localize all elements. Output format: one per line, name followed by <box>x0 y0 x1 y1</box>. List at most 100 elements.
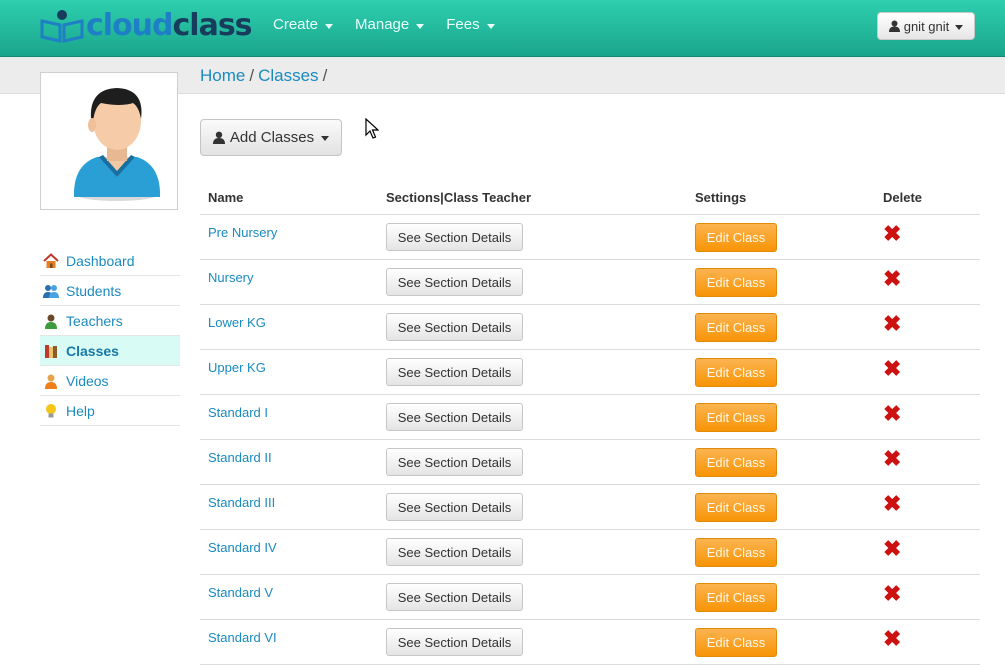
breadcrumb-separator: / <box>249 66 255 85</box>
sidebar-item-classes[interactable]: Classes <box>40 336 180 366</box>
edit-class-button[interactable]: Edit Class <box>695 268 777 297</box>
user-icon <box>212 131 225 144</box>
user-icon <box>888 20 900 32</box>
caret-down-icon <box>486 23 495 29</box>
class-name-link[interactable]: Pre Nursery <box>208 225 277 240</box>
edit-class-button[interactable]: Edit Class <box>695 403 777 432</box>
caret-down-icon <box>416 23 425 29</box>
edit-class-button[interactable]: Edit Class <box>695 448 777 477</box>
sidebar-item-label: Dashboard <box>66 252 135 269</box>
profile-avatar <box>40 72 178 210</box>
class-name-link[interactable]: Standard II <box>208 450 272 465</box>
see-section-details-button[interactable]: See Section Details <box>386 358 523 386</box>
see-section-details-button[interactable]: See Section Details <box>386 223 523 251</box>
table-row: Standard III See Section Details Edit Cl… <box>200 485 980 530</box>
table-row: Standard II See Section Details Edit Cla… <box>200 440 980 485</box>
sidebar-item-help[interactable]: Help <box>40 396 180 426</box>
teacher-icon <box>45 314 57 329</box>
caret-down-icon <box>321 136 330 141</box>
delete-x-icon[interactable]: ✖ <box>883 268 901 290</box>
sidebar-item-label: Students <box>66 282 122 299</box>
delete-x-icon[interactable]: ✖ <box>883 583 901 605</box>
table-row: Standard I See Section Details Edit Clas… <box>200 395 980 440</box>
table-row: Pre Nursery See Section Details Edit Cla… <box>200 215 980 260</box>
class-name-link[interactable]: Nursery <box>208 270 254 285</box>
breadcrumb-home-link[interactable]: Home <box>200 66 245 85</box>
edit-class-button[interactable]: Edit Class <box>695 538 777 567</box>
add-classes-button[interactable]: Add Classes <box>200 119 342 156</box>
edit-class-button[interactable]: Edit Class <box>695 313 777 342</box>
see-section-details-button[interactable]: See Section Details <box>386 403 523 431</box>
user-menu-button[interactable]: gnit gnit <box>877 12 975 40</box>
sidebar-nav: Dashboard Students Teachers Classes Vide… <box>40 246 180 426</box>
see-section-details-button[interactable]: See Section Details <box>386 538 523 566</box>
table-row: Nursery See Section Details Edit Class ✖ <box>200 260 980 305</box>
sidebar-item-teachers[interactable]: Teachers <box>40 306 180 336</box>
delete-x-icon[interactable]: ✖ <box>883 628 901 650</box>
sidebar-item-label: Classes <box>66 342 119 359</box>
delete-x-icon[interactable]: ✖ <box>883 493 901 515</box>
avatar-icon <box>73 88 161 201</box>
class-name-link[interactable]: Lower KG <box>208 315 266 330</box>
class-name-link[interactable]: Standard V <box>208 585 273 600</box>
table-row: Standard VI See Section Details Edit Cla… <box>200 620 980 665</box>
see-section-details-button[interactable]: See Section Details <box>386 583 523 611</box>
caret-down-icon <box>325 23 334 29</box>
table-header: Name Sections|Class Teacher Settings Del… <box>200 181 980 215</box>
see-section-details-button[interactable]: See Section Details <box>386 493 523 521</box>
edit-class-button[interactable]: Edit Class <box>695 223 777 252</box>
caret-down-icon <box>955 24 964 30</box>
delete-x-icon[interactable]: ✖ <box>883 403 901 425</box>
edit-class-button[interactable]: Edit Class <box>695 493 777 522</box>
menu-create-label: Create <box>273 16 319 33</box>
menu-fees[interactable]: Fees <box>435 0 505 50</box>
edit-class-button[interactable]: Edit Class <box>695 358 777 387</box>
mouse-cursor-icon <box>365 118 379 139</box>
sidebar-item-label: Videos <box>66 372 109 389</box>
see-section-details-button[interactable]: See Section Details <box>386 313 523 341</box>
table-row: Lower KG See Section Details Edit Class … <box>200 305 980 350</box>
see-section-details-button[interactable]: See Section Details <box>386 628 523 656</box>
sidebar-item-dashboard[interactable]: Dashboard <box>40 246 180 276</box>
table-row: Upper KG See Section Details Edit Class … <box>200 350 980 395</box>
home-icon <box>43 252 59 268</box>
class-name-link[interactable]: Standard III <box>208 495 275 510</box>
menu-manage[interactable]: Manage <box>344 0 435 50</box>
logo-text-class: class <box>172 8 253 43</box>
main-menu: Create Manage Fees <box>262 0 506 50</box>
classes-table: Name Sections|Class Teacher Settings Del… <box>200 181 980 665</box>
class-name-link[interactable]: Standard IV <box>208 540 277 555</box>
column-header-settings: Settings <box>695 190 747 205</box>
edit-class-button[interactable]: Edit Class <box>695 628 777 657</box>
logo-text-cloud: cloud <box>86 8 174 43</box>
book-logo-icon <box>40 10 84 43</box>
class-name-link[interactable]: Standard I <box>208 405 268 420</box>
menu-manage-label: Manage <box>355 16 410 33</box>
see-section-details-button[interactable]: See Section Details <box>386 448 523 476</box>
column-header-delete: Delete <box>883 190 923 205</box>
menu-create[interactable]: Create <box>262 0 344 50</box>
add-classes-label: Add Classes <box>229 129 315 146</box>
delete-x-icon[interactable]: ✖ <box>883 538 901 560</box>
menu-fees-label: Fees <box>446 16 480 33</box>
table-row: Standard V See Section Details Edit Clas… <box>200 575 980 620</box>
breadcrumb-separator: / <box>322 66 328 85</box>
table-row: Standard IV See Section Details Edit Cla… <box>200 530 980 575</box>
delete-x-icon[interactable]: ✖ <box>883 448 901 470</box>
top-navbar: cloudclass Create Manage Fees gnit gnit <box>0 0 1005 57</box>
lightbulb-icon <box>46 403 56 417</box>
class-name-link[interactable]: Upper KG <box>208 360 266 375</box>
books-icon <box>45 344 57 358</box>
students-icon <box>43 284 59 298</box>
sidebar-item-videos[interactable]: Videos <box>40 366 180 396</box>
sidebar-item-label: Teachers <box>66 312 123 329</box>
edit-class-button[interactable]: Edit Class <box>695 583 777 612</box>
sidebar-item-students[interactable]: Students <box>40 276 180 306</box>
delete-x-icon[interactable]: ✖ <box>883 313 901 335</box>
breadcrumb-classes-link[interactable]: Classes <box>258 66 318 85</box>
see-section-details-button[interactable]: See Section Details <box>386 268 523 296</box>
delete-x-icon[interactable]: ✖ <box>883 223 901 245</box>
delete-x-icon[interactable]: ✖ <box>883 358 901 380</box>
cloudclass-logo[interactable]: cloudclass <box>38 6 253 46</box>
user-name-label: gnit gnit <box>903 18 950 34</box>
